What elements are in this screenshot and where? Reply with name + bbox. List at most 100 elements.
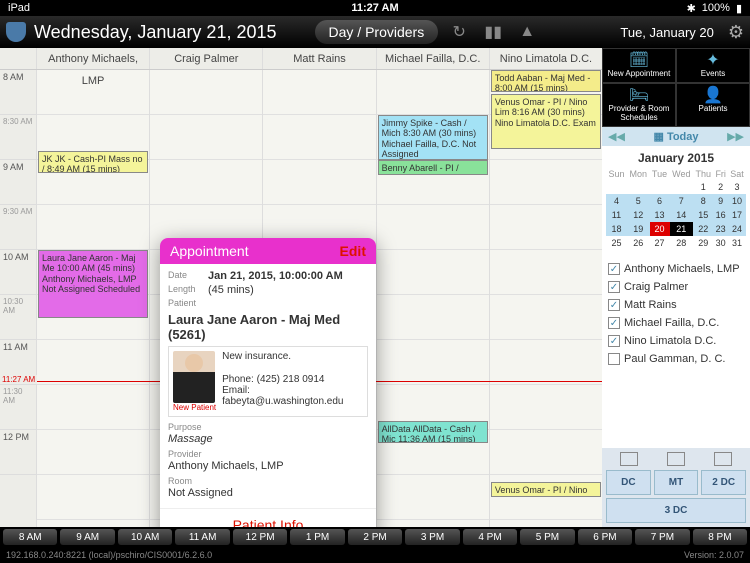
prev-month-icon[interactable]: ◀◀: [608, 130, 625, 143]
appointment-block[interactable]: AllData AllData - Cash / Mic 11:36 AM (1…: [378, 421, 488, 443]
sidebar-action-new-appointment[interactable]: 🗓New Appointment: [602, 48, 676, 83]
appointment-block[interactable]: Jimmy Spike - Cash / Mich 8:30 AM (30 mi…: [378, 115, 488, 160]
mini-cal-day[interactable]: 7: [670, 194, 694, 208]
mini-cal-day[interactable]: 5: [627, 194, 650, 208]
mini-cal-day[interactable]: 6: [650, 194, 670, 208]
checkbox-icon[interactable]: ✓: [608, 281, 620, 293]
checkbox-icon[interactable]: ✓: [608, 299, 620, 311]
edit-button[interactable]: Edit: [340, 243, 366, 259]
room-filter-button[interactable]: DC: [606, 470, 651, 495]
time-jump-button[interactable]: 9 AM: [60, 529, 114, 545]
layout-icon[interactable]: [714, 452, 732, 466]
mini-cal-day[interactable]: 2: [713, 180, 728, 194]
mini-cal-day[interactable]: 22: [693, 222, 713, 236]
room-filter-button[interactable]: 2 DC: [701, 470, 746, 495]
mini-cal-grid[interactable]: SunMonTueWedThuFriSat1234567891011121314…: [606, 168, 746, 250]
mini-cal-day: [606, 180, 627, 194]
appointment-block[interactable]: Benny Abarell - PI / Michae: [378, 160, 488, 175]
layout-icon[interactable]: [620, 452, 638, 466]
checkbox-icon[interactable]: ✓: [608, 263, 620, 275]
appointment-block[interactable]: JK JK - Cash-PI Mass no / 8:49 AM (15 mi…: [38, 151, 148, 173]
mini-cal-day[interactable]: 16: [713, 208, 728, 222]
patient-info-button[interactable]: Patient Info: [160, 508, 376, 527]
mini-cal-day[interactable]: 14: [670, 208, 694, 222]
secondary-date[interactable]: Tue, January 20: [620, 25, 713, 40]
time-jump-button[interactable]: 10 AM: [118, 529, 172, 545]
sidebar-action-patients[interactable]: 👤Patients: [676, 83, 750, 127]
mini-cal-day[interactable]: 18: [606, 222, 627, 236]
room-filter-button[interactable]: MT: [654, 470, 699, 495]
layout-icon[interactable]: [667, 452, 685, 466]
appointment-block[interactable]: Laura Jane Aaron - Maj Me 10:00 AM (45 m…: [38, 250, 148, 318]
mini-cal-day[interactable]: 15: [693, 208, 713, 222]
status-time: 11:27 AM: [351, 2, 398, 14]
time-jump-button[interactable]: 8 AM: [3, 529, 57, 545]
server-address: 192.168.0.240:8221 (local)/pschiro/CIS00…: [6, 550, 212, 560]
view-mode-chip[interactable]: Day / Providers: [315, 20, 439, 44]
provider-filter-item[interactable]: ✓Anthony Michaels, LMP: [606, 260, 746, 278]
provider-column-label[interactable]: Nino Limatola D.C.: [489, 48, 602, 69]
mini-cal-day[interactable]: 10: [728, 194, 746, 208]
provider-filter-item[interactable]: ✓Michael Failla, D.C.: [606, 314, 746, 332]
provider-filter-item[interactable]: ✓Craig Palmer: [606, 278, 746, 296]
mini-cal-day[interactable]: 3: [728, 180, 746, 194]
provider-filter-item[interactable]: Paul Gamman, D. C.: [606, 350, 746, 368]
time-jump-button[interactable]: 8 PM: [693, 529, 747, 545]
mini-cal-day[interactable]: 20: [650, 222, 670, 236]
time-slot-label: 8 AM: [0, 70, 36, 115]
next-month-icon[interactable]: ▶▶: [727, 130, 744, 143]
appointment-block[interactable]: Venus Omar - PI / Nino Lim 8:16 AM (30 m…: [491, 94, 601, 149]
today-button[interactable]: Today: [667, 131, 699, 143]
mini-cal-day[interactable]: 8: [693, 194, 713, 208]
time-jump-button[interactable]: 11 AM: [175, 529, 229, 545]
provider-column-label[interactable]: Anthony Michaels, LMP: [36, 48, 149, 69]
chart-icon[interactable]: ▮▮: [480, 22, 506, 42]
provider-filter-item[interactable]: ✓Matt Rains: [606, 296, 746, 314]
time-jump-button[interactable]: 2 PM: [348, 529, 402, 545]
checkbox-icon[interactable]: [608, 353, 620, 365]
sidebar-action-provider-room-schedules[interactable]: 🛏Provider & Room Schedules: [602, 83, 676, 127]
gear-icon[interactable]: ⚙: [728, 22, 744, 43]
time-jump-button[interactable]: 1 PM: [290, 529, 344, 545]
mini-cal-day[interactable]: 23: [713, 222, 728, 236]
mini-cal-day[interactable]: 13: [650, 208, 670, 222]
provider-filter-item[interactable]: ✓Nino Limatola D.C.: [606, 332, 746, 350]
time-jump-button[interactable]: 4 PM: [463, 529, 517, 545]
mini-cal-day[interactable]: 19: [627, 222, 650, 236]
provider-column-label[interactable]: Craig Palmer: [149, 48, 262, 69]
mini-cal-day[interactable]: 31: [728, 236, 746, 250]
provider-column-label[interactable]: Matt Rains: [262, 48, 375, 69]
time-jump-button[interactable]: 12 PM: [233, 529, 287, 545]
bluetooth-icon: ✱: [687, 2, 696, 15]
mini-cal-day[interactable]: 25: [606, 236, 627, 250]
mini-cal-day[interactable]: 21: [670, 222, 694, 236]
mini-cal-day[interactable]: 4: [606, 194, 627, 208]
checkbox-icon[interactable]: ✓: [608, 335, 620, 347]
mini-cal-day[interactable]: 1: [693, 180, 713, 194]
status-footer: 192.168.0.240:8221 (local)/pschiro/CIS00…: [0, 547, 750, 563]
mini-cal-day[interactable]: 9: [713, 194, 728, 208]
mini-cal-day[interactable]: 24: [728, 222, 746, 236]
mini-cal-day[interactable]: 29: [693, 236, 713, 250]
mini-cal-day[interactable]: 27: [650, 236, 670, 250]
sync-icon[interactable]: ↻: [446, 22, 472, 42]
mini-cal-day[interactable]: 11: [606, 208, 627, 222]
provider-column-label[interactable]: Michael Failla, D.C.: [376, 48, 489, 69]
sidebar-action-events[interactable]: ✦Events: [676, 48, 750, 83]
mini-cal-day[interactable]: 17: [728, 208, 746, 222]
mini-cal-day[interactable]: 28: [670, 236, 694, 250]
time-jump-button[interactable]: 6 PM: [578, 529, 632, 545]
mini-cal-day[interactable]: 30: [713, 236, 728, 250]
appointment-block[interactable]: Venus Omar - PI / Nino Lim: [491, 482, 601, 497]
mini-cal-day[interactable]: 26: [627, 236, 650, 250]
alert-icon[interactable]: ▲: [514, 23, 540, 41]
checkbox-icon[interactable]: ✓: [608, 317, 620, 329]
time-jump-button[interactable]: 5 PM: [520, 529, 574, 545]
calendar-icon: ▦: [653, 131, 663, 143]
time-jump-button[interactable]: 7 PM: [635, 529, 689, 545]
appointment-block[interactable]: Todd Aaban - Maj Med - 8:00 AM (15 mins): [491, 70, 601, 92]
time-jump-button[interactable]: 3 PM: [405, 529, 459, 545]
room-filter-button[interactable]: 3 DC: [606, 498, 746, 523]
app-logo-icon[interactable]: [6, 22, 26, 42]
mini-cal-day[interactable]: 12: [627, 208, 650, 222]
